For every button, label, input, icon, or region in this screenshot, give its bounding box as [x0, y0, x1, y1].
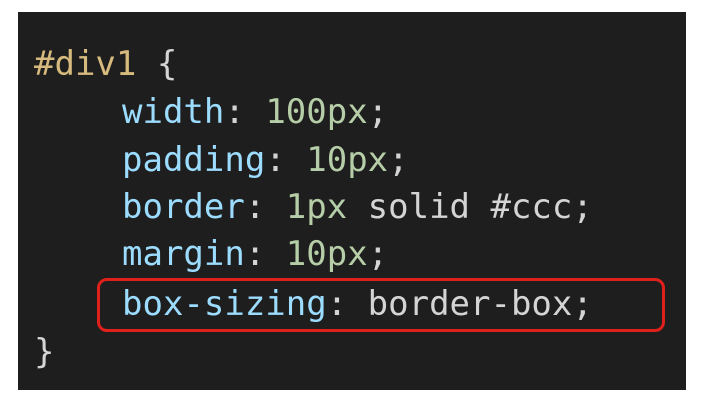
- colon: :: [326, 284, 368, 324]
- code-line-border: border: 1px solid #ccc;: [122, 183, 593, 231]
- semicolon: ;: [572, 284, 593, 324]
- css-property-width: width: [122, 92, 225, 132]
- css-property-border: border: [122, 187, 245, 227]
- code-line-close: }: [34, 328, 54, 376]
- css-value-border-rest: solid #ccc: [347, 187, 573, 227]
- code-line-width: width: 100px;: [122, 88, 388, 136]
- semicolon: ;: [367, 234, 389, 274]
- code-line-box-sizing: box-sizing: border-box;: [122, 280, 593, 328]
- colon: :: [244, 234, 286, 274]
- css-value-width: 100px: [265, 92, 368, 132]
- css-property-margin: margin: [122, 234, 245, 274]
- colon: :: [265, 140, 307, 180]
- semicolon: ;: [572, 187, 593, 227]
- css-selector: #div1: [34, 44, 137, 84]
- css-value-padding: 10px: [306, 140, 389, 180]
- colon: :: [244, 187, 286, 227]
- code-line-margin: margin: 10px;: [122, 230, 388, 278]
- css-property-padding: padding: [122, 140, 266, 180]
- screenshot-frame: #div1 { width: 100px; padding: 10px; bor…: [0, 0, 708, 409]
- code-editor-panel: #div1 { width: 100px; padding: 10px; bor…: [18, 12, 686, 390]
- semicolon: ;: [367, 92, 389, 132]
- css-value-margin: 10px: [285, 234, 368, 274]
- semicolon: ;: [388, 140, 409, 180]
- code-line-selector: #div1 {: [34, 40, 177, 88]
- close-brace: }: [34, 332, 55, 372]
- open-brace: {: [136, 44, 178, 84]
- css-value-border-width: 1px: [285, 187, 348, 227]
- css-value-box-sizing: border-box: [367, 284, 573, 324]
- colon: :: [224, 92, 266, 132]
- css-property-box-sizing: box-sizing: [122, 284, 327, 324]
- code-line-padding: padding: 10px;: [122, 136, 409, 184]
